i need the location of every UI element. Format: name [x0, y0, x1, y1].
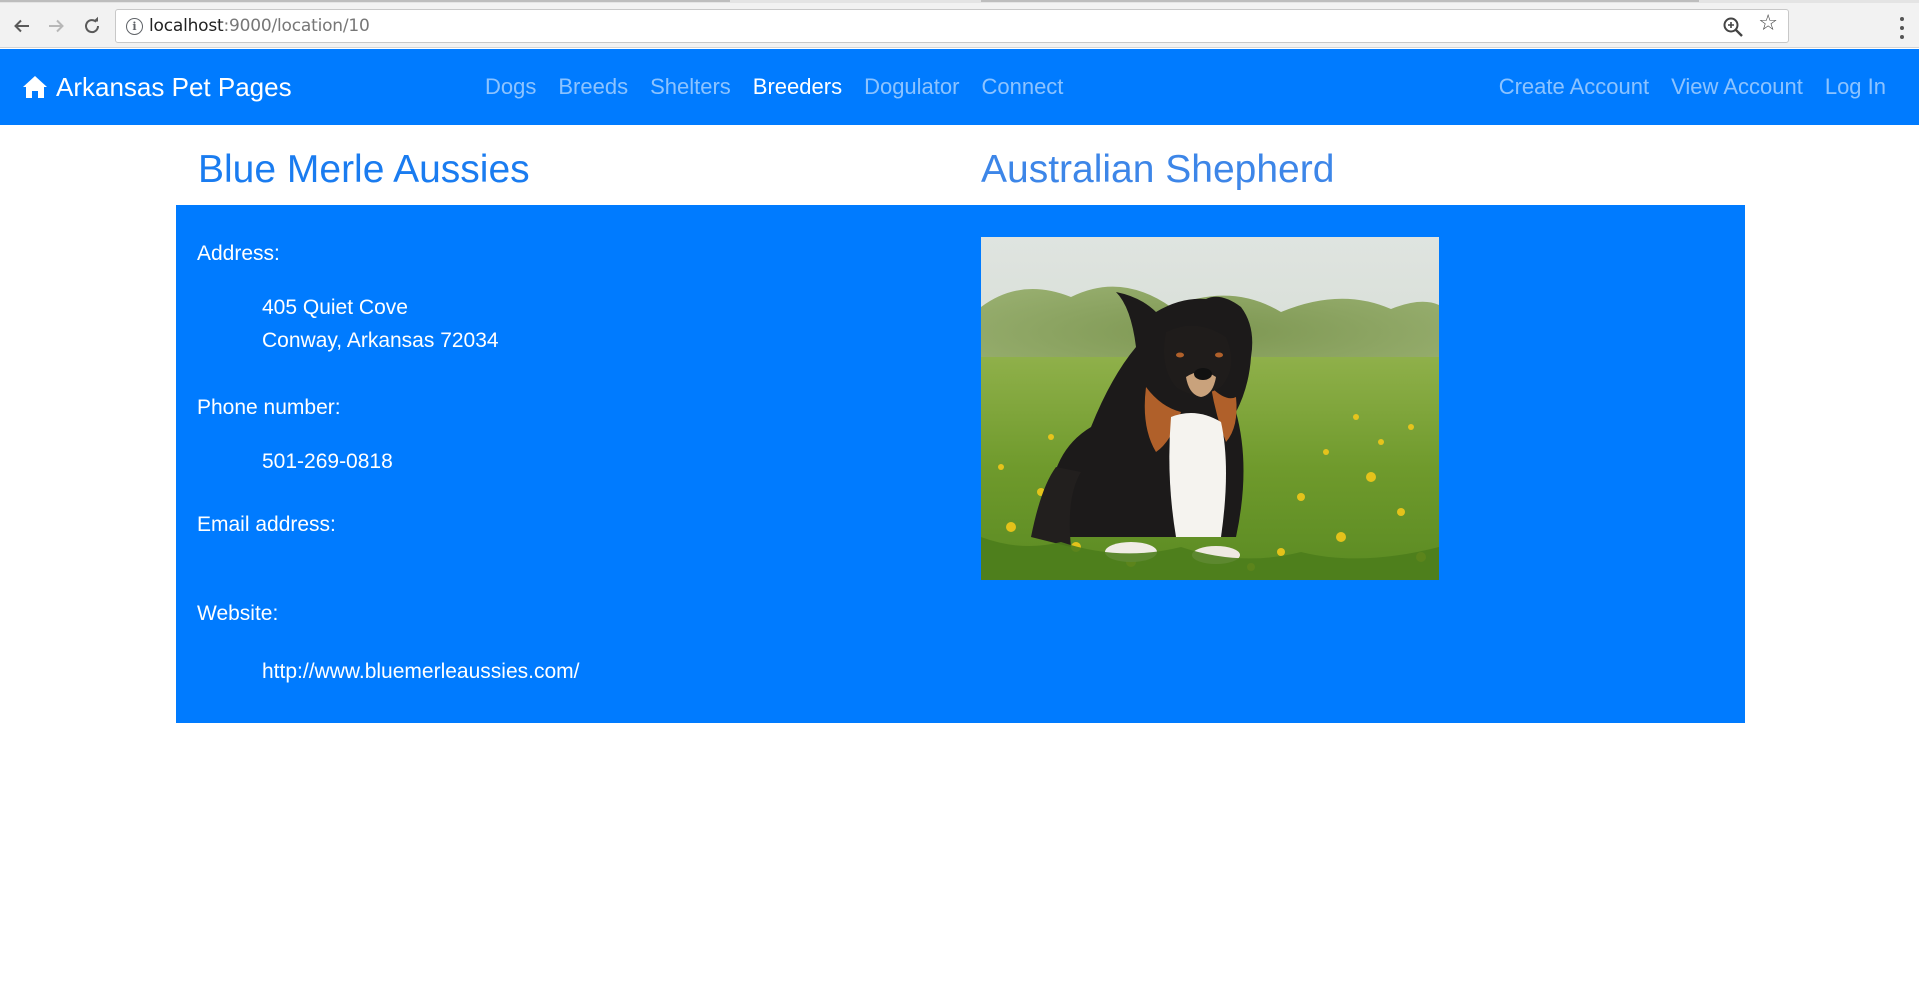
info-icon[interactable]: i: [126, 18, 143, 35]
phone-value: 501-269-0818: [262, 450, 393, 473]
url-path: :9000/location/10: [223, 16, 370, 36]
page-headings: Blue Merle Aussies Australian Shepherd: [176, 125, 1745, 205]
breeder-name: Blue Merle Aussies: [198, 148, 530, 191]
breeder-info-panel: Address: 405 Quiet Cove Conway, Arkansas…: [176, 205, 1745, 723]
create-account-link[interactable]: Create Account: [1488, 73, 1660, 101]
nav-link-breeders[interactable]: Breeders: [742, 73, 853, 101]
address-line-2: Conway, Arkansas 72034: [262, 329, 499, 352]
back-button[interactable]: [7, 11, 37, 41]
breed-name[interactable]: Australian Shepherd: [981, 148, 1334, 192]
breed-photo: [981, 237, 1439, 580]
log-in-link[interactable]: Log In: [1814, 73, 1897, 101]
address-line-1: 405 Quiet Cove: [262, 296, 408, 319]
zoom-icon[interactable]: [1722, 16, 1744, 38]
arrow-right-icon: [49, 19, 64, 33]
reload-icon: [85, 16, 100, 34]
tab-edge: [981, 0, 1699, 2]
site-navbar: Arkansas Pet Pages Dogs Breeds Shelters …: [0, 49, 1919, 125]
main-content: Blue Merle Aussies Australian Shepherd A…: [176, 125, 1745, 723]
address-bar[interactable]: i localhost:9000/location/10 ☆: [115, 9, 1789, 43]
view-account-link[interactable]: View Account: [1660, 73, 1814, 101]
main-nav: Dogs Breeds Shelters Breeders Dogulator …: [474, 73, 1074, 101]
url-host: localhost: [149, 16, 224, 36]
nav-link-connect[interactable]: Connect: [970, 73, 1074, 101]
email-label: Email address:: [197, 513, 336, 536]
nav-link-dogulator[interactable]: Dogulator: [853, 73, 970, 101]
account-nav: Create Account View Account Log In: [1488, 73, 1897, 101]
arrow-left-icon: [14, 19, 29, 33]
address-label: Address:: [197, 242, 280, 265]
url-text[interactable]: localhost:9000/location/10: [149, 16, 370, 36]
website-label: Website:: [197, 602, 279, 625]
kebab-menu-icon[interactable]: [1899, 17, 1905, 39]
home-icon: [23, 76, 47, 98]
brand-link[interactable]: Arkansas Pet Pages: [22, 69, 292, 105]
phone-label: Phone number:: [197, 396, 341, 419]
star-icon[interactable]: ☆: [1758, 13, 1778, 35]
nav-link-dogs[interactable]: Dogs: [474, 73, 547, 101]
nav-link-breeds[interactable]: Breeds: [547, 73, 639, 101]
brand-name: Arkansas Pet Pages: [56, 71, 292, 102]
website-link[interactable]: http://www.bluemerleaussies.com/: [262, 655, 579, 688]
nav-link-shelters[interactable]: Shelters: [639, 73, 742, 101]
dog-image: [981, 237, 1439, 580]
browser-toolbar: i localhost:9000/location/10 ☆: [0, 3, 1919, 48]
forward-button[interactable]: [41, 11, 71, 41]
tab-edge: [0, 0, 730, 2]
reload-button[interactable]: [77, 11, 107, 41]
